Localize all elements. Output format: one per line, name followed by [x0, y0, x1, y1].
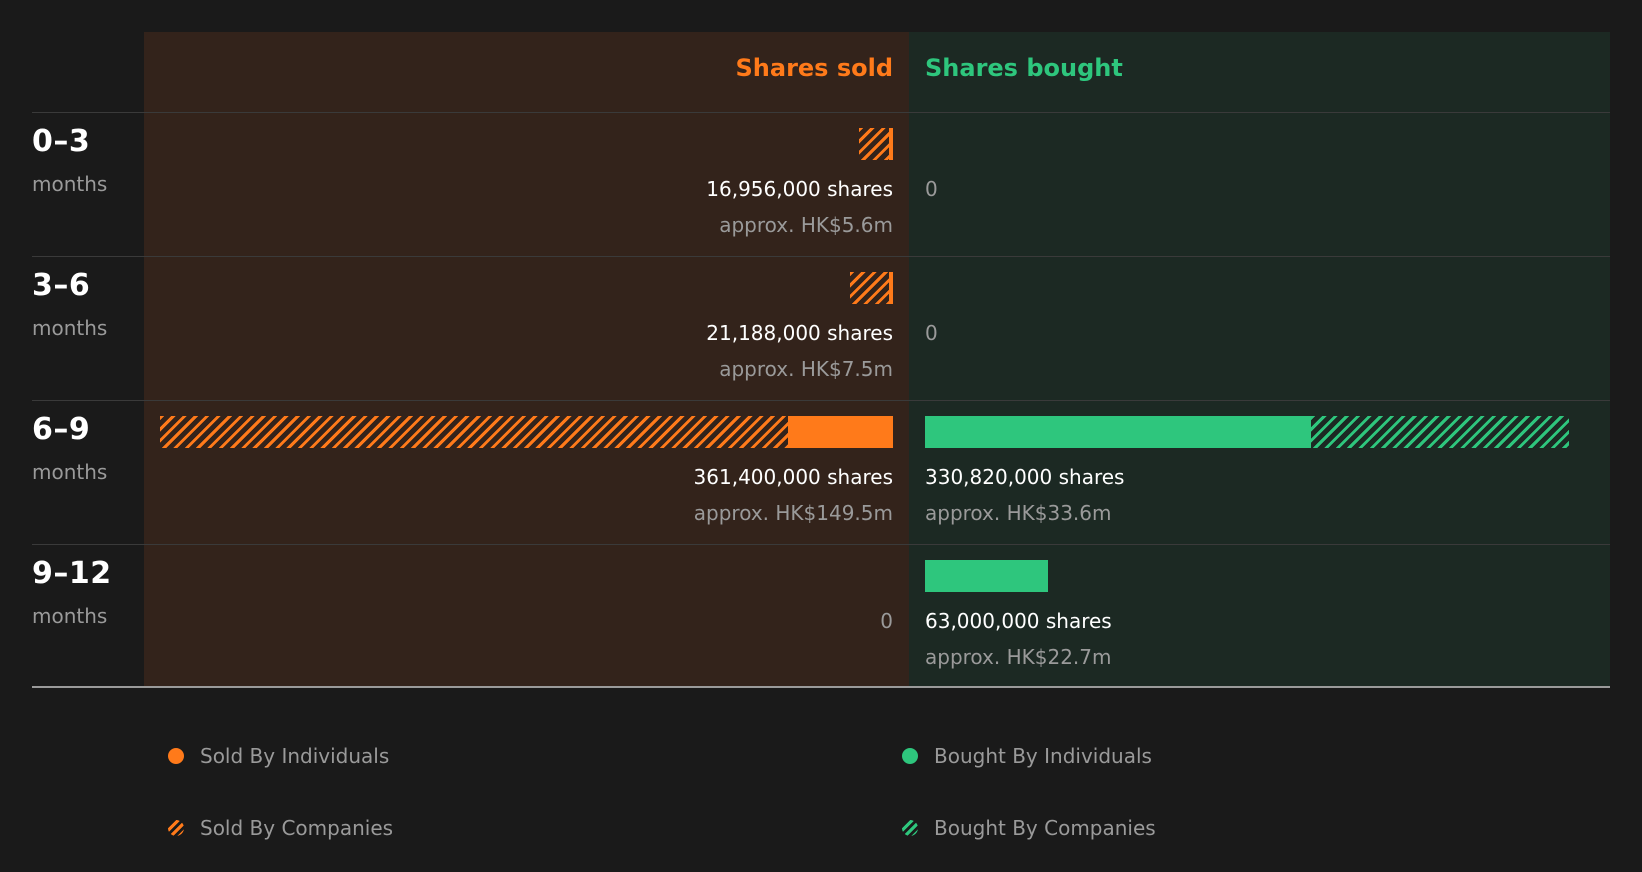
sold-bar [160, 416, 893, 448]
legend-bought-individuals: Bought By Individuals [902, 744, 1152, 768]
legend-label: Sold By Individuals [200, 744, 390, 768]
row-period-label: 0–3 [32, 124, 91, 159]
legend-sold-individuals: Sold By Individuals [168, 744, 389, 768]
bought-approx-value: approx. HK$22.7m [925, 645, 1112, 669]
row-period-label: 6–9 [32, 412, 91, 447]
row-period-unit: months [32, 460, 108, 484]
sold-bar [858, 128, 893, 160]
sold-by-companies-segment [858, 128, 889, 160]
sold-approx-value: approx. HK$7.5m [719, 357, 893, 381]
sold-shares-value: 21,188,000 shares [706, 321, 893, 345]
bought-zero-value: 0 [925, 177, 938, 201]
bought-approx-value: approx. HK$33.6m [925, 501, 1112, 525]
sold-by-individuals-segment [888, 128, 893, 160]
solid-orange-swatch-icon [168, 748, 184, 764]
bought-shares-value: 63,000,000 shares [925, 609, 1112, 633]
shares-sold-header: Shares sold [735, 54, 894, 82]
row-period-label: 9–12 [32, 556, 112, 591]
row-period-unit: months [32, 604, 108, 628]
row-period-unit: months [32, 316, 108, 340]
sold-bar [850, 272, 893, 304]
sold-shares-value: 361,400,000 shares [693, 465, 893, 489]
row-period-label: 3–6 [32, 268, 91, 303]
bought-by-individuals-segment [925, 560, 1048, 592]
sold-shares-value: 16,956,000 shares [706, 177, 893, 201]
sold-approx-value: approx. HK$5.6m [719, 213, 893, 237]
solid-green-swatch-icon [902, 748, 918, 764]
row-period-unit: months [32, 172, 108, 196]
bought-by-individuals-segment [925, 416, 1311, 448]
bought-bar [925, 416, 1570, 448]
hatched-green-swatch-icon [902, 820, 918, 836]
row-0-3-months: 0–3 months 16,956,000 shares approx. HK$… [0, 112, 1642, 256]
sold-by-individuals-segment [787, 416, 893, 448]
row-3-6-months: 3–6 months 21,188,000 shares approx. HK$… [0, 256, 1642, 400]
shares-bought-header: Shares bought [925, 54, 1123, 82]
hatched-orange-swatch-icon [168, 820, 184, 836]
legend-label: Bought By Companies [934, 816, 1156, 840]
sold-zero-value: 0 [880, 609, 893, 633]
bought-zero-value: 0 [925, 321, 938, 345]
legend-label: Bought By Individuals [934, 744, 1152, 768]
bought-by-companies-segment [1310, 416, 1570, 448]
bought-bar [925, 560, 1048, 592]
legend-label: Sold By Companies [200, 816, 394, 840]
legend-bought-companies: Bought By Companies [902, 816, 1156, 840]
sold-approx-value: approx. HK$149.5m [693, 501, 893, 525]
sold-by-companies-segment [160, 416, 788, 448]
sold-by-individuals-segment [889, 272, 893, 304]
bought-shares-value: 330,820,000 shares [925, 465, 1125, 489]
legend-sold-companies: Sold By Companies [168, 816, 393, 840]
row-6-9-months: 6–9 months 361,400,000 shares approx. HK… [0, 400, 1642, 544]
row-9-12-months: 9–12 months 0 63,000,000 shares approx. … [0, 544, 1642, 688]
sold-by-companies-segment [850, 272, 890, 304]
